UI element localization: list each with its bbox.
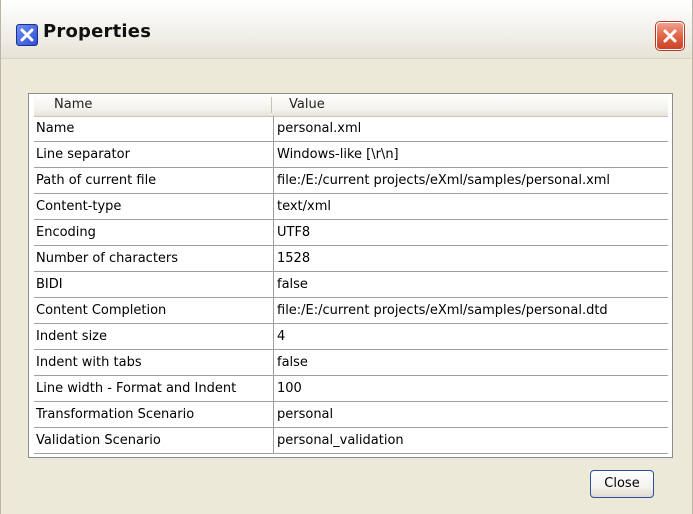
table-row[interactable]: BIDI false xyxy=(34,272,668,298)
property-value: UTF8 xyxy=(277,225,311,240)
property-value: file:/E:/current projects/eXml/samples/p… xyxy=(277,173,611,188)
property-name: Indent size xyxy=(34,324,274,349)
property-name: Encoding xyxy=(34,220,274,245)
table-row[interactable]: Content Completion file:/E:/current proj… xyxy=(34,298,668,324)
table-row[interactable]: Indent size 4 xyxy=(34,324,668,350)
app-x-icon xyxy=(16,24,38,46)
property-name: Validation Scenario xyxy=(34,428,274,453)
close-button[interactable]: Close xyxy=(590,470,654,498)
column-header-value[interactable]: Value xyxy=(289,94,325,116)
table-body: Name personal.xml Line separator Windows… xyxy=(34,116,668,454)
properties-table: Name Value Name personal.xml Line separa… xyxy=(28,93,673,458)
table-row[interactable]: Validation Scenario personal_validation xyxy=(34,428,668,454)
property-name: Transformation Scenario xyxy=(34,402,274,427)
property-value: 1528 xyxy=(277,251,311,266)
property-name: Name xyxy=(34,116,274,141)
table-row[interactable]: Encoding UTF8 xyxy=(34,220,668,246)
table-header: Name Value xyxy=(34,94,668,117)
table-row[interactable]: Line width - Format and Indent 100 xyxy=(34,376,668,402)
property-name: Path of current file xyxy=(34,168,274,193)
property-value: false xyxy=(277,355,308,370)
properties-window: Properties Name Value Name personal.xml … xyxy=(0,0,693,514)
table-row[interactable]: Name personal.xml xyxy=(34,116,668,142)
property-name: Number of characters xyxy=(34,246,274,271)
property-value: 4 xyxy=(277,329,286,344)
property-value: 100 xyxy=(277,381,302,396)
property-name: Content-type xyxy=(34,194,274,219)
property-value: Windows-like [\r\n] xyxy=(277,147,399,162)
table-row[interactable]: Path of current file file:/E:/current pr… xyxy=(34,168,668,194)
property-value: false xyxy=(277,277,308,292)
column-separator[interactable] xyxy=(271,97,272,113)
property-name: BIDI xyxy=(34,272,274,297)
property-name: Content Completion xyxy=(34,298,274,323)
table-row[interactable]: Line separator Windows-like [\r\n] xyxy=(34,142,668,168)
table-row[interactable]: Indent with tabs false xyxy=(34,350,668,376)
close-x-icon[interactable] xyxy=(655,21,685,51)
property-value: file:/E:/current projects/eXml/samples/p… xyxy=(277,303,608,318)
property-name: Line separator xyxy=(34,142,274,167)
property-value: personal xyxy=(277,407,334,422)
window-title: Properties xyxy=(43,21,152,42)
property-name: Indent with tabs xyxy=(34,350,274,375)
property-value: personal_validation xyxy=(277,433,404,448)
property-value: personal.xml xyxy=(277,121,362,136)
title-bar: Properties xyxy=(1,0,692,59)
table-row[interactable]: Transformation Scenario personal xyxy=(34,402,668,428)
table-row[interactable]: Content-type text/xml xyxy=(34,194,668,220)
table-row[interactable]: Number of characters 1528 xyxy=(34,246,668,272)
column-header-name[interactable]: Name xyxy=(54,94,92,116)
property-name: Line width - Format and Indent xyxy=(34,376,274,401)
property-value: text/xml xyxy=(277,199,332,214)
